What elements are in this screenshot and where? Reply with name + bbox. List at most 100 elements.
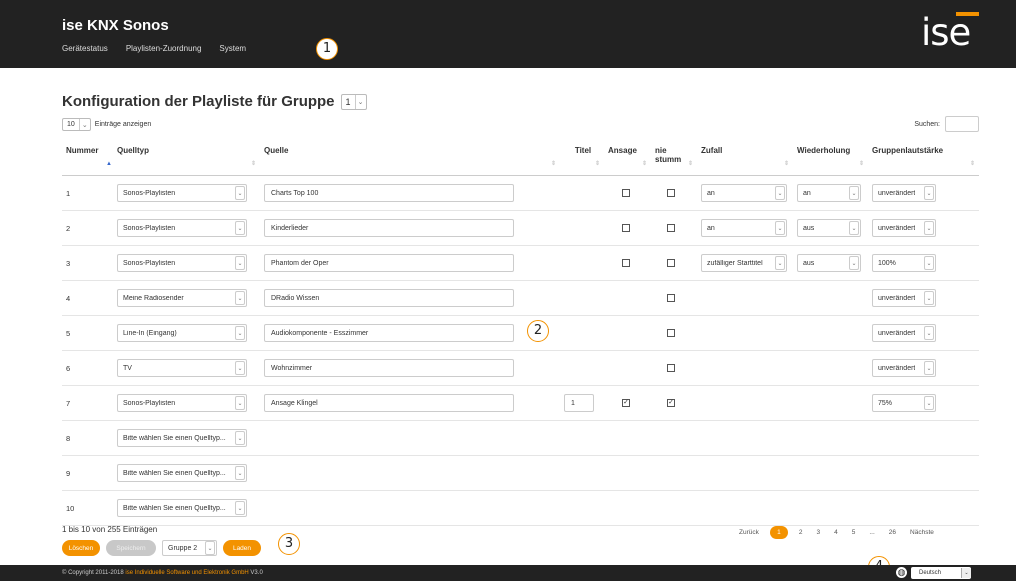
shuffle-select[interactable]: zufälliger Starttitel ⌄: [701, 254, 787, 272]
table-body: 1 Sonos-Playlisten ⌄ Charts Top 100 an ⌄ an ⌄ un…: [62, 176, 979, 526]
search-input[interactable]: [945, 116, 979, 132]
col-titel[interactable]: Titel ⇕: [560, 140, 604, 175]
pager-next[interactable]: Nächste: [903, 529, 941, 536]
load-button[interactable]: Laden: [223, 540, 261, 556]
source-input[interactable]: Ansage Klingel: [264, 394, 514, 412]
source-type-select[interactable]: Sonos-Playlisten ⌄: [117, 184, 247, 202]
col-ansage[interactable]: Ansage ⇕: [604, 140, 651, 175]
cell-quelltyp: Bitte wählen Sie einen Quelltyp... ⌄: [113, 499, 260, 517]
chevron-down-icon: ⌄: [924, 396, 934, 410]
source-type-select[interactable]: Bitte wählen Sie einen Quelltyp... ⌄: [117, 464, 247, 482]
nie-stumm-checkbox[interactable]: ✓: [667, 399, 675, 407]
table-row: 8 Bitte wählen Sie einen Quelltyp... ⌄: [62, 421, 979, 456]
source-type-select[interactable]: Sonos-Playlisten ⌄: [117, 254, 247, 272]
pager-page[interactable]: 5: [845, 529, 863, 536]
source-type-select[interactable]: TV ⌄: [117, 359, 247, 377]
col-nummer[interactable]: Nummer ▲: [62, 140, 113, 175]
col-zufall[interactable]: Zufall ⇕: [697, 140, 793, 175]
nie-stumm-checkbox[interactable]: [667, 259, 675, 267]
delete-button[interactable]: Löschen: [62, 540, 100, 556]
source-input[interactable]: Kinderlieder: [264, 219, 514, 237]
volume-select[interactable]: 100% ⌄: [872, 254, 936, 272]
app-title: ise KNX Sonos: [62, 17, 169, 34]
volume-select[interactable]: unverändert ⌄: [872, 359, 936, 377]
col-nie-stumm[interactable]: nie stumm ⇕: [651, 140, 697, 175]
pager-page[interactable]: 4: [827, 529, 845, 536]
shuffle-select[interactable]: an ⌄: [701, 219, 787, 237]
save-button[interactable]: Speichern: [106, 540, 156, 556]
ansage-checkbox[interactable]: ✓: [622, 399, 630, 407]
group-target-select[interactable]: Gruppe 2 ⌄: [162, 540, 217, 556]
nie-stumm-checkbox[interactable]: [667, 224, 675, 232]
nav-system[interactable]: System: [219, 44, 246, 53]
volume-select[interactable]: unverändert ⌄: [872, 289, 936, 307]
ansage-checkbox[interactable]: [622, 259, 630, 267]
volume-select[interactable]: unverändert ⌄: [872, 184, 936, 202]
repeat-select[interactable]: aus ⌄: [797, 254, 861, 272]
col-quelle[interactable]: Quelle ⇕: [260, 140, 560, 175]
cell-zufall: an ⌄: [697, 184, 793, 202]
table-row: 4 Meine Radiosender ⌄ DRadio Wissen unveränd…: [62, 281, 979, 316]
cell-titel: 1: [560, 394, 604, 412]
source-input[interactable]: Wohnzimmer: [264, 359, 514, 377]
cell-wiederholung: an ⌄: [793, 184, 868, 202]
source-input[interactable]: Charts Top 100: [264, 184, 514, 202]
chevron-down-icon: ⌄: [924, 291, 934, 305]
sort-icon: ⇕: [550, 161, 556, 167]
ansage-checkbox[interactable]: [622, 224, 630, 232]
pager-page[interactable]: 3: [810, 529, 828, 536]
source-input[interactable]: Phantom der Oper: [264, 254, 514, 272]
cell-quelltyp: TV ⌄: [113, 359, 260, 377]
source-type-select[interactable]: Sonos-Playlisten ⌄: [117, 394, 247, 412]
sort-icon: ⇕: [783, 161, 789, 167]
company-link[interactable]: ise Individuelle Software und Elektronik…: [125, 570, 248, 576]
chevron-down-icon: ⌄: [235, 256, 245, 270]
source-type-select[interactable]: Meine Radiosender ⌄: [117, 289, 247, 307]
row-number: 9: [66, 468, 71, 478]
volume-select-value: unverändert: [878, 364, 916, 372]
pager-page[interactable]: 1: [769, 526, 788, 539]
action-bar: Löschen Speichern Gruppe 2 ⌄ Laden: [62, 540, 261, 556]
source-type-select[interactable]: Bitte wählen Sie einen Quelltyp... ⌄: [117, 429, 247, 447]
table-row: 5 Line-In (Eingang) ⌄ Audiokomponente - Ess…: [62, 316, 979, 351]
source-input[interactable]: DRadio Wissen: [264, 289, 514, 307]
source-type-select[interactable]: Bitte wählen Sie einen Quelltyp... ⌄: [117, 499, 247, 517]
cell-quelle: Ansage Klingel: [260, 394, 560, 412]
volume-select[interactable]: 75% ⌄: [872, 394, 936, 412]
col-wiederholung[interactable]: Wiederholung ⇕: [793, 140, 868, 175]
cell-gruppenlautstaerke: unverändert ⌄: [868, 359, 979, 377]
nie-stumm-checkbox[interactable]: [667, 189, 675, 197]
repeat-select[interactable]: an ⌄: [797, 184, 861, 202]
nav-playlisten-zuordnung[interactable]: Playlisten-Zuordnung: [126, 44, 202, 53]
shuffle-select[interactable]: an ⌄: [701, 184, 787, 202]
source-type-select[interactable]: Sonos-Playlisten ⌄: [117, 219, 247, 237]
nie-stumm-checkbox[interactable]: [667, 364, 675, 372]
nie-stumm-checkbox[interactable]: [667, 294, 675, 302]
cell-gruppenlautstaerke: unverändert ⌄: [868, 184, 979, 202]
repeat-select[interactable]: aus ⌄: [797, 219, 861, 237]
globe-icon: ◍: [896, 567, 907, 578]
title-input[interactable]: 1: [564, 394, 594, 412]
volume-select[interactable]: unverändert ⌄: [872, 324, 936, 342]
volume-select-value: 100%: [878, 259, 896, 267]
pager-prev[interactable]: Zurück: [732, 529, 766, 536]
entries-select[interactable]: 10 ⌄: [62, 118, 91, 131]
language-select[interactable]: Deutsch ⌄: [911, 567, 971, 579]
row-number: 3: [66, 258, 71, 268]
pager-page[interactable]: 26: [882, 529, 903, 536]
col-gruppenlautstaerke[interactable]: Gruppenlautstärke ⇕: [868, 140, 979, 175]
nie-stumm-checkbox[interactable]: [667, 329, 675, 337]
col-quelltyp[interactable]: Quelltyp ⇕: [113, 140, 260, 175]
ansage-checkbox[interactable]: [622, 189, 630, 197]
cell-nie-stumm: [651, 224, 697, 232]
volume-select[interactable]: unverändert ⌄: [872, 219, 936, 237]
chevron-down-icon: ⌄: [961, 568, 971, 578]
cell-quelltyp: Bitte wählen Sie einen Quelltyp... ⌄: [113, 429, 260, 447]
pager-page[interactable]: 2: [792, 529, 810, 536]
chevron-down-icon: ⌄: [235, 326, 245, 340]
nav-geraetestatus[interactable]: Gerätestatus: [62, 44, 108, 53]
source-input[interactable]: Audiokomponente - Esszimmer: [264, 324, 514, 342]
group-select[interactable]: 1 ⌄: [340, 93, 367, 110]
cell-gruppenlautstaerke: unverändert ⌄: [868, 289, 979, 307]
source-type-select[interactable]: Line-In (Eingang) ⌄: [117, 324, 247, 342]
